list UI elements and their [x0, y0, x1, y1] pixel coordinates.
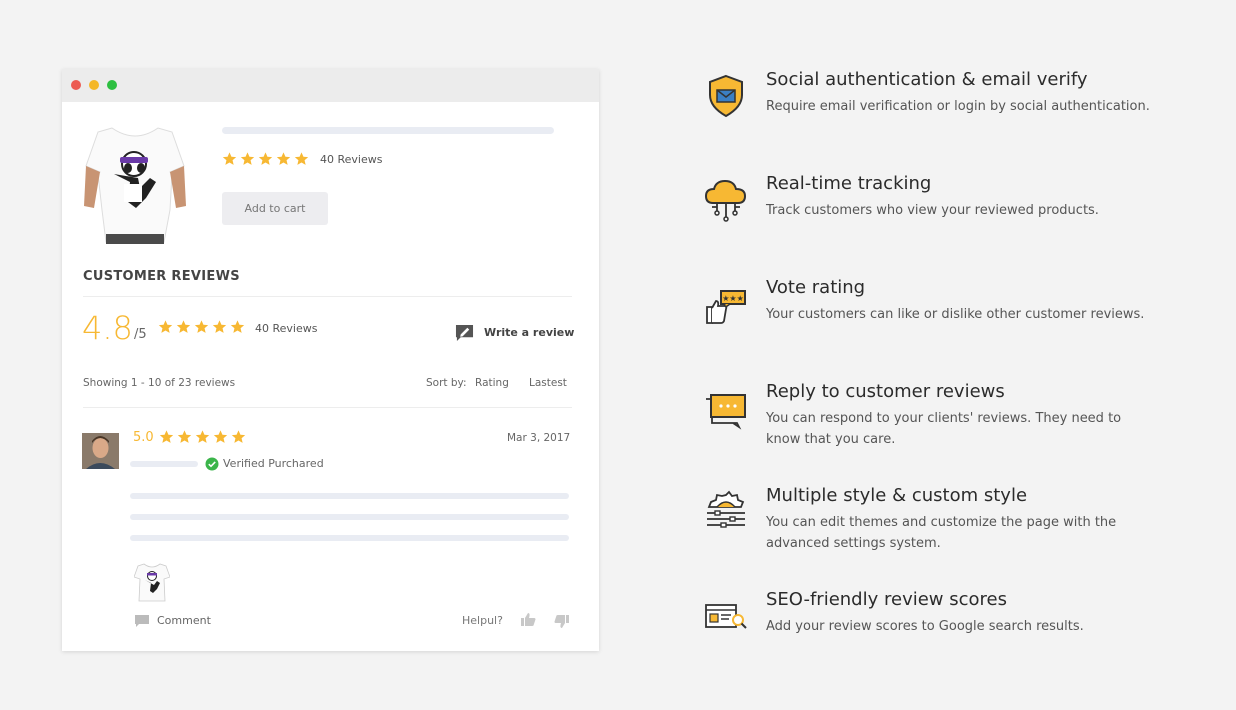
divider [83, 407, 572, 408]
star-icon [258, 152, 273, 165]
write-review-button[interactable]: Write a review [484, 326, 574, 339]
feature-title: Social authentication & email verify [766, 69, 1088, 90]
feature-custom-style: Multiple style & custom style You can ed… [703, 485, 1163, 575]
average-score: 4.8 [82, 309, 133, 347]
feature-title: Vote rating [766, 277, 866, 298]
sort-option-latest[interactable]: Lastest [529, 377, 567, 389]
product-image [84, 127, 186, 244]
star-icon [194, 320, 209, 333]
comment-button[interactable]: Comment [157, 614, 211, 627]
showing-count: Showing 1 - 10 of 23 reviews [83, 377, 236, 389]
verified-purchase-label: Verified Purchared [223, 457, 324, 470]
thumbs-up-icon[interactable] [521, 612, 536, 627]
feature-description: Track customers who view your reviewed p… [766, 203, 1099, 218]
seo-search-icon [705, 604, 747, 629]
reviewer-avatar [82, 433, 119, 469]
star-icon [158, 320, 173, 333]
summary-rating-stars [157, 319, 246, 335]
star-icon [212, 320, 227, 333]
thumbs-down-icon[interactable] [554, 614, 569, 629]
product-rating-stars [221, 151, 310, 167]
feature-description: Require email verification or login by s… [766, 99, 1150, 114]
feature-title: Real-time tracking [766, 173, 932, 194]
feature-reply-reviews: Reply to customer reviews You can respon… [703, 381, 1163, 471]
feature-description: You can respond to your clients' reviews… [766, 411, 1122, 447]
review-text-placeholder [130, 514, 569, 520]
review-date: Mar 3, 2017 [507, 432, 571, 444]
comment-icon[interactable] [135, 615, 149, 628]
star-icon [294, 152, 309, 165]
sort-by-label: Sort by: [426, 377, 467, 389]
review-rating-stars [158, 429, 247, 445]
star-icon [176, 320, 191, 333]
star-icon [276, 152, 291, 165]
star-icon [231, 430, 246, 443]
review-text-placeholder [130, 535, 569, 541]
feature-description: You can edit themes and customize the pa… [766, 515, 1117, 551]
score-denominator: /5 [134, 327, 147, 342]
star-icon [230, 320, 245, 333]
add-to-cart-button[interactable]: Add to cart [222, 192, 328, 225]
shield-mail-icon [709, 74, 743, 118]
divider [83, 296, 572, 297]
check-circle-icon [205, 457, 219, 471]
close-dot[interactable] [71, 80, 81, 90]
sort-option-rating[interactable]: Rating [475, 377, 509, 389]
feature-title: Reply to customer reviews [766, 381, 1005, 402]
review-score: 5.0 [133, 430, 154, 445]
feature-real-time-tracking: Real-time tracking Track customers who v… [703, 173, 1163, 263]
chat-reply-icon [706, 394, 746, 430]
helpful-label: Helpul? [462, 614, 503, 627]
star-icon [177, 430, 192, 443]
gear-style-icon [707, 490, 745, 528]
feature-description: Your customers can like or dislike other… [766, 307, 1145, 322]
write-review-icon[interactable] [455, 324, 474, 342]
feature-seo-scores: SEO-friendly review scores Add your revi… [703, 589, 1163, 679]
star-icon [159, 430, 174, 443]
feature-vote-rating: ★★★ Vote rating Your customers can like … [703, 277, 1163, 367]
feature-title: SEO-friendly review scores [766, 589, 1007, 610]
review-text-placeholder [130, 493, 569, 499]
browser-window: 40 Reviews Add to cart CUSTOMER REVIEWS … [62, 69, 599, 651]
star-icon [213, 430, 228, 443]
svg-text:★★★: ★★★ [722, 294, 744, 303]
feature-title: Multiple style & custom style [766, 485, 1028, 506]
product-reviews-count[interactable]: 40 Reviews [320, 153, 382, 166]
minimize-dot[interactable] [89, 80, 99, 90]
customer-reviews-heading: CUSTOMER REVIEWS [83, 269, 240, 284]
star-icon [222, 152, 237, 165]
thumb-rating-icon: ★★★ [706, 290, 746, 324]
star-icon [195, 430, 210, 443]
reviewer-name-placeholder [130, 461, 198, 467]
star-icon [240, 152, 255, 165]
feature-social-auth: Social authentication & email verify Req… [703, 69, 1163, 159]
summary-reviews-count: 40 Reviews [255, 322, 318, 335]
window-titlebar [62, 69, 599, 102]
review-photo-thumbnail[interactable] [134, 561, 170, 603]
cloud-network-icon [704, 179, 747, 222]
maximize-dot[interactable] [107, 80, 117, 90]
feature-description: Add your review scores to Google search … [766, 619, 1084, 634]
product-title-placeholder [222, 127, 554, 134]
